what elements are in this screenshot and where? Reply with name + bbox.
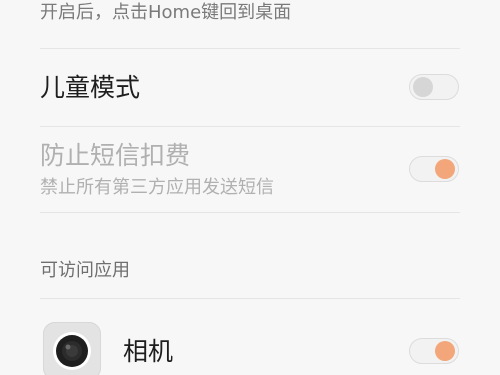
kids-mode-toggle[interactable] [409, 74, 459, 100]
divider [40, 126, 460, 127]
block-sms-charges-label: 防止短信扣费 [40, 141, 191, 170]
block-sms-charges-toggle[interactable] [409, 156, 459, 182]
divider [40, 298, 460, 299]
camera-icon [43, 322, 101, 375]
kids-mode-settings-screen: 开启后，点击Home键回到桌面 儿童模式 防止短信扣费 禁止所有第三方应用发送短… [0, 0, 500, 375]
divider [40, 212, 460, 213]
accessible-apps-header: 可访问应用 [40, 260, 130, 281]
app-name-camera: 相机 [123, 337, 174, 366]
header-note: 开启后，点击Home键回到桌面 [40, 2, 292, 23]
camera-lens-graphic [53, 332, 91, 370]
block-sms-charges-description: 禁止所有第三方应用发送短信 [40, 177, 274, 198]
toggle-knob [435, 159, 455, 179]
toggle-knob [413, 77, 433, 97]
divider [40, 48, 460, 49]
toggle-knob [435, 341, 455, 361]
camera-access-toggle[interactable] [409, 338, 459, 364]
kids-mode-label: 儿童模式 [40, 73, 141, 102]
